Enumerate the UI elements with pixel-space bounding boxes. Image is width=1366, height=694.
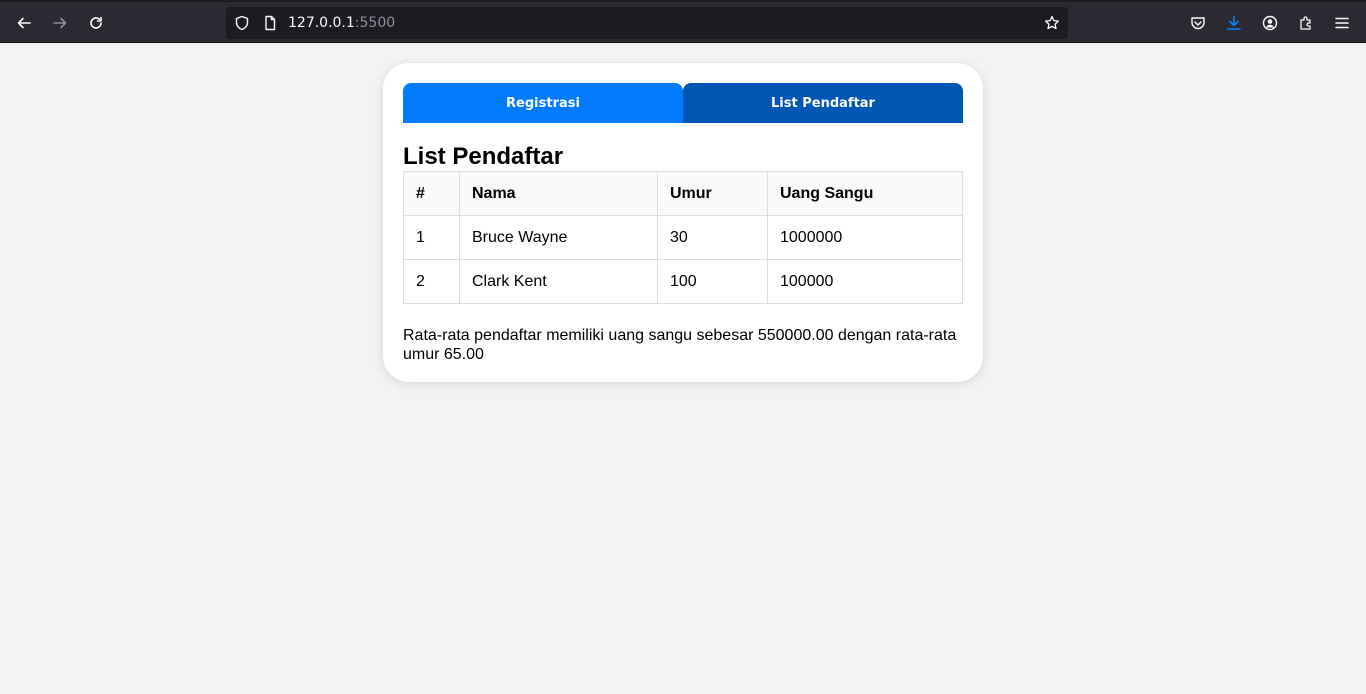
hamburger-icon <box>1335 17 1349 29</box>
column-header-number: # <box>403 171 460 216</box>
table-header-row: # Nama Umur Uang Sangu <box>403 171 963 216</box>
cell-umur: 100 <box>657 259 768 304</box>
arrow-right-icon <box>53 17 67 29</box>
url-port: :5500 <box>354 15 396 31</box>
tab-list-pendaftar[interactable]: List Pendaftar <box>683 83 963 123</box>
download-icon <box>1227 15 1241 30</box>
cell-number: 2 <box>403 259 460 304</box>
tab-bar: Registrasi List Pendaftar <box>403 83 963 123</box>
column-header-uang-sangu: Uang Sangu <box>767 171 963 216</box>
puzzle-icon <box>1300 16 1311 30</box>
shield-icon[interactable] <box>234 15 250 31</box>
page-title: List Pendaftar <box>403 143 564 170</box>
cell-nama: Clark Kent <box>459 259 658 304</box>
browser-toolbar: 127.0.0.1:5500 <box>0 0 1366 43</box>
content-card: Registrasi List Pendaftar List Pendaftar… <box>383 63 983 382</box>
account-icon <box>1262 15 1278 31</box>
account-button[interactable] <box>1255 8 1285 38</box>
star-icon[interactable] <box>1044 15 1060 31</box>
extensions-button[interactable] <box>1291 8 1321 38</box>
cell-nama: Bruce Wayne <box>459 215 658 260</box>
pocket-button[interactable] <box>1183 8 1213 38</box>
summary-text: Rata-rata pendaftar memiliki uang sangu … <box>403 327 957 363</box>
cell-uang-sangu: 100000 <box>767 259 963 304</box>
column-header-nama: Nama <box>459 171 658 216</box>
reload-icon <box>90 16 102 29</box>
arrow-left-icon <box>17 17 31 29</box>
back-button[interactable] <box>9 8 39 38</box>
menu-button[interactable] <box>1327 8 1357 38</box>
cell-umur: 30 <box>657 215 768 260</box>
tab-registrasi[interactable]: Registrasi <box>403 83 683 123</box>
address-bar[interactable]: 127.0.0.1:5500 <box>226 7 1068 39</box>
page-icon[interactable] <box>262 15 278 31</box>
cell-number: 1 <box>403 215 460 260</box>
url-host: 127.0.0.1 <box>288 15 355 31</box>
table-row: 2 Clark Kent 100 100000 <box>403 259 963 304</box>
table-row: 1 Bruce Wayne 30 1000000 <box>403 215 963 260</box>
cell-uang-sangu: 1000000 <box>767 215 963 260</box>
forward-button[interactable] <box>45 8 75 38</box>
column-header-umur: Umur <box>657 171 768 216</box>
registrants-table: # Nama Umur Uang Sangu 1 Bruce Wayne 30 … <box>403 171 963 304</box>
reload-button[interactable] <box>81 8 111 38</box>
pocket-icon <box>1191 17 1205 30</box>
url-text[interactable]: 127.0.0.1:5500 <box>288 15 395 31</box>
downloads-button[interactable] <box>1219 8 1249 38</box>
